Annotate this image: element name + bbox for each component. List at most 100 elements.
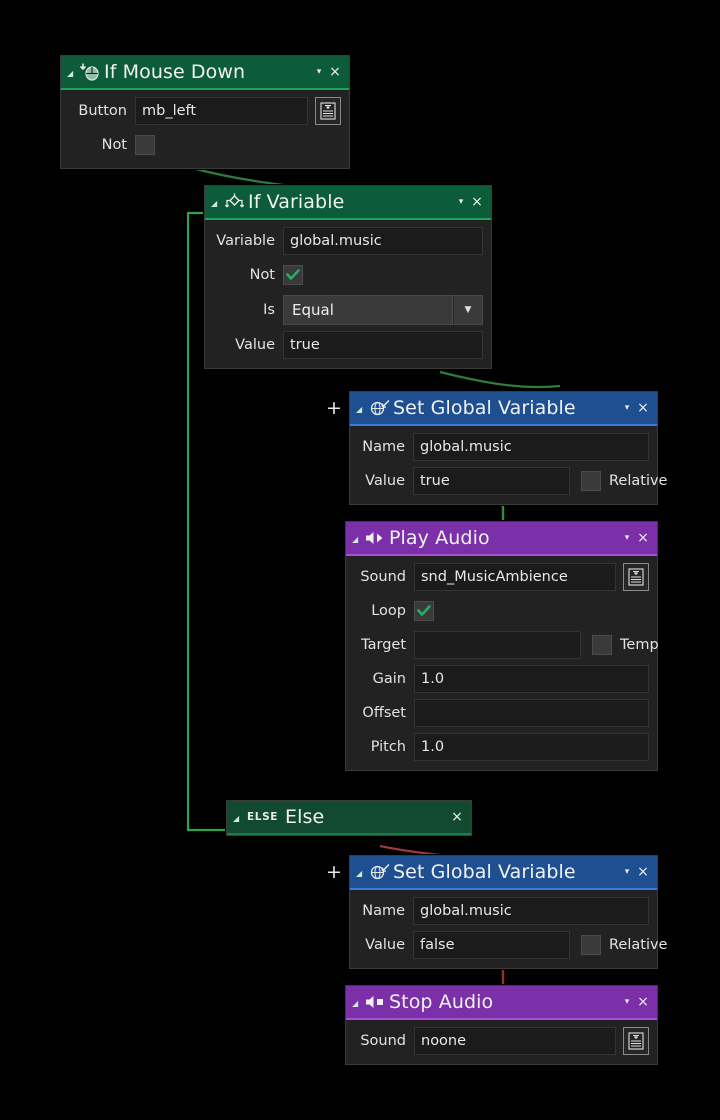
not-checkbox[interactable] <box>135 135 155 155</box>
name-input[interactable]: global.music <box>413 897 649 925</box>
chevron-down-icon[interactable]: ▾ <box>619 997 635 1007</box>
value-label: Value <box>365 473 405 489</box>
close-icon[interactable]: × <box>635 531 651 545</box>
field-row-loop: Loop <box>354 597 649 625</box>
node-else[interactable]: ◢ ELSE Else × <box>226 800 472 836</box>
value-input[interactable]: false <box>413 931 570 959</box>
field-row-is: Is Equal ▼ <box>213 295 483 325</box>
field-row-gain: Gain 1.0 <box>354 665 649 693</box>
node-header[interactable]: ◢ ELSE Else × <box>227 801 471 833</box>
node-header[interactable]: ◢ Set Global Variable ▾ × <box>350 392 657 424</box>
variable-label: Variable <box>216 233 275 249</box>
relative-checkbox[interactable] <box>581 471 601 491</box>
value-input[interactable]: true <box>413 467 570 495</box>
field-row-offset: Offset <box>354 699 649 727</box>
close-icon[interactable]: × <box>469 195 485 209</box>
sound-list-picker-icon[interactable] <box>623 1027 649 1055</box>
node-set-global-variable-true[interactable]: ◢ Set Global Variable ▾ × Name global.mu… <box>349 391 667 505</box>
chevron-down-icon[interactable]: ▾ <box>311 67 327 77</box>
collapse-caret-icon[interactable]: ◢ <box>356 870 368 878</box>
relative-label: Relative <box>609 473 668 489</box>
variable-value-input[interactable]: global.music <box>283 227 483 255</box>
node-header[interactable]: ◢ If Variable ▾ × <box>205 186 491 218</box>
field-row-sound: Sound noone <box>354 1027 649 1055</box>
node-title: Else <box>285 806 325 828</box>
sound-label: Sound <box>360 569 406 585</box>
field-row-value: Value true <box>213 331 483 359</box>
sound-list-picker-icon[interactable] <box>623 563 649 591</box>
not-checkbox[interactable] <box>283 265 303 285</box>
close-icon[interactable]: × <box>449 810 465 824</box>
node-if-mouse-down[interactable]: ◢ If Mouse Down ▾ × Button mb_left Not <box>60 55 350 169</box>
collapse-caret-icon[interactable]: ◢ <box>352 536 364 544</box>
node-header[interactable]: ◢ Set Global Variable ▾ × <box>350 856 657 888</box>
is-label: Is <box>263 302 275 318</box>
add-node-plus-false[interactable]: + <box>326 863 342 882</box>
button-label: Button <box>78 103 127 119</box>
header-underline <box>227 833 471 835</box>
chevron-down-icon[interactable]: ▾ <box>619 533 635 543</box>
node-graph-canvas[interactable]: ◢ If Mouse Down ▾ × Button mb_left Not ◢… <box>0 0 720 1120</box>
add-node-plus-true[interactable]: + <box>326 399 342 418</box>
close-icon[interactable]: × <box>635 865 651 879</box>
loop-checkbox[interactable] <box>414 601 434 621</box>
button-value-input[interactable]: mb_left <box>135 97 308 125</box>
collapse-caret-icon[interactable]: ◢ <box>67 70 79 78</box>
globe-set-icon <box>368 398 390 418</box>
node-title: Set Global Variable <box>393 861 576 883</box>
sound-label: Sound <box>360 1033 406 1049</box>
is-dropdown-value: Equal <box>283 295 453 325</box>
temp-checkbox[interactable] <box>592 635 612 655</box>
node-set-global-variable-false[interactable]: ◢ Set Global Variable ▾ × Name global.mu… <box>349 855 667 969</box>
gain-label: Gain <box>372 671 406 687</box>
chevron-down-icon[interactable]: ▾ <box>453 197 469 207</box>
close-icon[interactable]: × <box>635 995 651 1009</box>
field-row-name: Name global.music <box>358 897 649 925</box>
value-label: Value <box>235 337 275 353</box>
collapse-caret-icon[interactable]: ◢ <box>211 200 223 208</box>
node-play-audio[interactable]: ◢ Play Audio ▾ × Sound snd_MusicAmbience <box>345 521 659 771</box>
sound-input[interactable]: snd_MusicAmbience <box>414 563 616 591</box>
collapse-caret-icon[interactable]: ◢ <box>356 406 368 414</box>
globe-set-icon <box>368 862 390 882</box>
value-input[interactable]: true <box>283 331 483 359</box>
relative-checkbox[interactable] <box>581 935 601 955</box>
target-label: Target <box>361 637 406 653</box>
sound-input[interactable]: noone <box>414 1027 616 1055</box>
node-title: If Variable <box>248 191 345 213</box>
speaker-stop-icon <box>364 992 386 1012</box>
field-row-value: Value false Relative <box>358 931 667 959</box>
close-icon[interactable]: × <box>327 65 343 79</box>
node-header[interactable]: ◢ If Mouse Down ▾ × <box>61 56 349 88</box>
chevron-down-icon[interactable]: ▼ <box>453 295 483 325</box>
chevron-down-icon[interactable]: ▾ <box>619 403 635 413</box>
node-body: Sound noone <box>346 1020 657 1064</box>
collapse-caret-icon[interactable]: ◢ <box>352 1000 364 1008</box>
node-body: Button mb_left Not <box>61 90 349 168</box>
node-stop-audio[interactable]: ◢ Stop Audio ▾ × Sound noone <box>345 985 658 1065</box>
node-if-variable[interactable]: ◢ If Variable ▾ × Variable global.music … <box>204 185 492 369</box>
close-icon[interactable]: × <box>635 401 651 415</box>
field-row-value: Value true Relative <box>358 467 667 495</box>
offset-input[interactable] <box>414 699 649 727</box>
wire-ifvariable-true-to-setglobal <box>439 370 561 389</box>
node-body: Sound snd_MusicAmbience Loop Target Temp… <box>346 556 659 770</box>
value-label: Value <box>365 937 405 953</box>
pitch-label: Pitch <box>370 739 406 755</box>
name-label: Name <box>362 903 405 919</box>
node-header[interactable]: ◢ Stop Audio ▾ × <box>346 986 657 1018</box>
button-list-picker-icon[interactable] <box>315 97 341 125</box>
gain-input[interactable]: 1.0 <box>414 665 649 693</box>
field-row-button: Button mb_left <box>69 97 341 125</box>
node-header[interactable]: ◢ Play Audio ▾ × <box>346 522 657 554</box>
node-body: Name global.music Value false Relative <box>350 890 667 968</box>
chevron-down-icon[interactable]: ▾ <box>619 867 635 877</box>
pitch-input[interactable]: 1.0 <box>414 733 649 761</box>
node-title: If Mouse Down <box>104 61 246 83</box>
target-input[interactable] <box>414 631 581 659</box>
field-row-variable: Variable global.music <box>213 227 483 255</box>
name-input[interactable]: global.music <box>413 433 649 461</box>
node-title: Play Audio <box>389 527 490 549</box>
is-dropdown[interactable]: Equal ▼ <box>283 295 483 325</box>
collapse-caret-icon[interactable]: ◢ <box>233 815 245 823</box>
